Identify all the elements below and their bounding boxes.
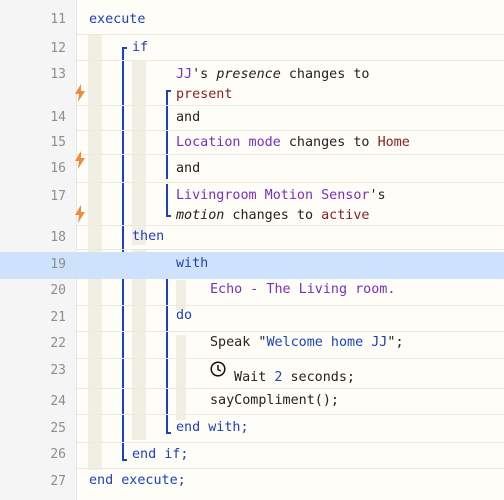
line-number: 23 xyxy=(50,363,66,378)
line-number: 21 xyxy=(50,310,66,325)
device-name[interactable]: Echo - The Living room. xyxy=(210,280,395,300)
condition-motion[interactable]: Livingroom Motion Sensor's motion change… xyxy=(176,186,386,226)
then-keyword[interactable]: then xyxy=(132,227,164,247)
lightning-bolt-icon xyxy=(75,151,85,169)
code-line-16[interactable]: 16 and xyxy=(0,151,504,183)
code-line-20[interactable]: 20 Echo - The Living room. xyxy=(0,279,504,306)
lightning-bolt-icon xyxy=(75,84,85,102)
speak-command[interactable]: Speak xyxy=(210,335,258,350)
end-with-keyword[interactable]: end with; xyxy=(176,418,249,438)
code-line-25[interactable]: 25 end with; xyxy=(0,415,504,443)
device-name[interactable]: JJ xyxy=(176,67,192,82)
line-number: 24 xyxy=(50,394,66,409)
line-number: 25 xyxy=(50,421,66,436)
code-line-11[interactable]: 11 execute xyxy=(0,0,504,35)
and-operator[interactable]: and xyxy=(176,159,200,179)
with-keyword[interactable]: with xyxy=(176,254,208,274)
code-line-23[interactable]: 23 Wait 2 seconds; xyxy=(0,359,504,389)
code-line-19[interactable]: 19 with xyxy=(0,252,504,279)
condition-value[interactable]: Home xyxy=(378,135,410,150)
code-line-17[interactable]: 17 Livingroom Motion Sensor's motion cha… xyxy=(0,183,504,226)
code-line-14[interactable]: 14 and xyxy=(0,106,504,131)
line-number: 11 xyxy=(50,12,66,27)
line-number: 20 xyxy=(50,283,66,298)
line-number: 15 xyxy=(50,135,66,150)
line-number: 19 xyxy=(50,257,66,272)
condition-value[interactable]: active xyxy=(321,208,369,223)
line-number: 27 xyxy=(50,474,66,489)
code-line-22[interactable]: 22 Speak "Welcome home JJ"; xyxy=(0,332,504,359)
end-execute-keyword[interactable]: end execute; xyxy=(89,471,186,491)
code-line-26[interactable]: 26 end if; xyxy=(0,443,504,469)
and-operator[interactable]: and xyxy=(176,108,200,128)
code-line-24[interactable]: 24 sayCompliment(); xyxy=(0,389,504,415)
code-line-18[interactable]: 18 then xyxy=(0,226,504,250)
code-line-21[interactable]: 21 do xyxy=(0,306,504,332)
execute-keyword[interactable]: execute xyxy=(89,10,145,30)
wait-command[interactable]: Wait xyxy=(226,370,274,385)
condition-value[interactable]: present xyxy=(176,87,232,102)
if-keyword[interactable]: if xyxy=(132,38,148,58)
line-number: 13 xyxy=(50,67,66,82)
code-editor[interactable]: 11 execute 12 if 13 JJ's presence change… xyxy=(0,0,504,500)
code-line-12[interactable]: 12 if xyxy=(0,35,504,61)
line-number: 14 xyxy=(50,110,66,125)
compliment-call[interactable]: sayCompliment(); xyxy=(210,391,339,411)
device-name[interactable]: Livingroom Motion Sensor xyxy=(176,188,369,203)
attribute-name[interactable]: presence xyxy=(216,67,281,82)
code-line-13[interactable]: 13 JJ's presence changes to present xyxy=(0,61,504,106)
end-if-keyword[interactable]: end if; xyxy=(132,445,188,465)
selected-line-highlight xyxy=(76,252,504,279)
attribute-name[interactable]: motion xyxy=(176,208,224,223)
line-number: 22 xyxy=(50,336,66,351)
line-number: 26 xyxy=(50,447,66,462)
line-number: 16 xyxy=(50,161,66,176)
wait-statement[interactable]: Wait 2 seconds; xyxy=(210,361,355,388)
lightning-bolt-icon xyxy=(75,205,85,223)
clock-icon xyxy=(210,361,226,377)
condition-location-mode[interactable]: Location mode changes to Home xyxy=(176,133,410,153)
line-number: 17 xyxy=(50,189,66,204)
condition-presence[interactable]: JJ's presence changes to present xyxy=(176,65,370,105)
line-number: 12 xyxy=(50,41,66,56)
code-line-27[interactable]: 27 end execute; xyxy=(0,469,504,500)
device-name[interactable]: Location mode xyxy=(176,135,281,150)
speak-statement[interactable]: Speak "Welcome home JJ"; xyxy=(210,333,404,353)
speak-text-value[interactable]: Welcome home JJ xyxy=(266,335,387,350)
line-number: 18 xyxy=(50,230,66,245)
do-keyword[interactable]: do xyxy=(176,306,192,326)
